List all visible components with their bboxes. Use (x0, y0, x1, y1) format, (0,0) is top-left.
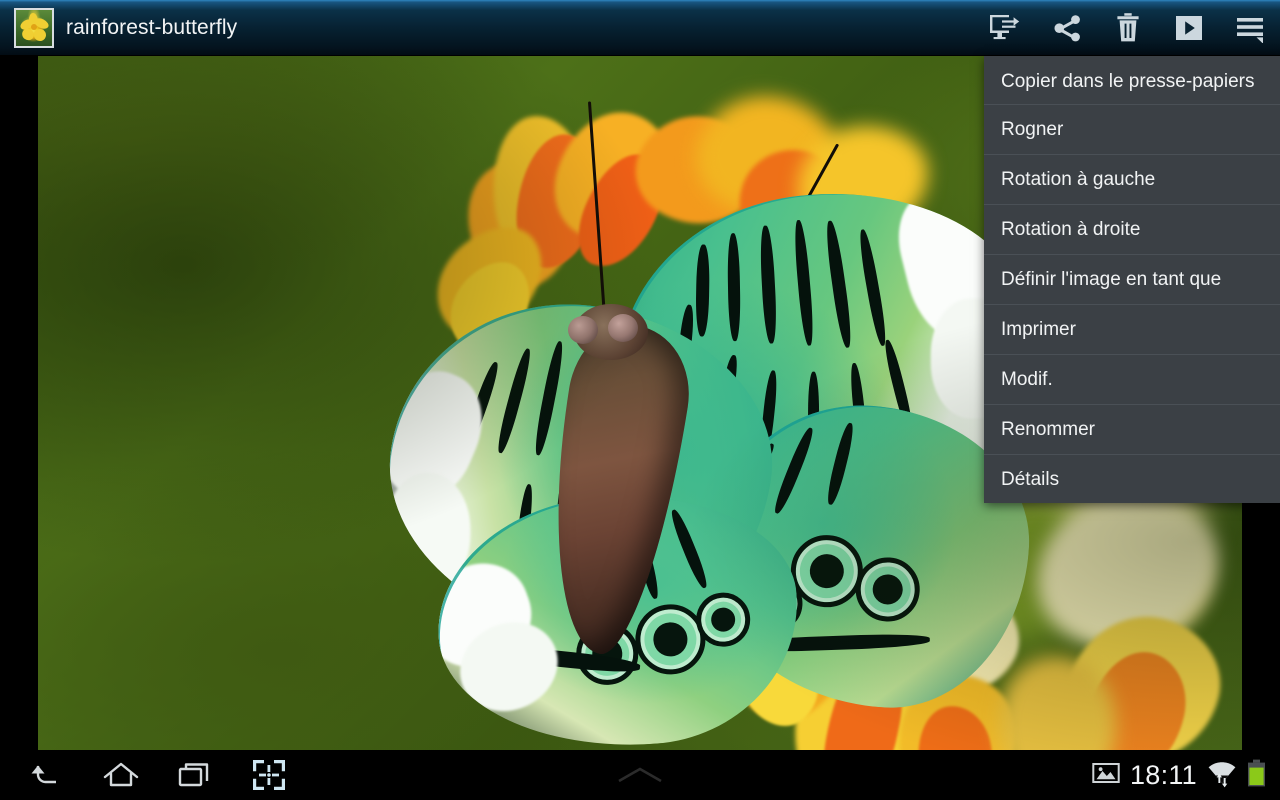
back-button[interactable] (10, 750, 84, 800)
menu-item-rename[interactable]: Renommer (984, 405, 1280, 455)
slideshow-play-icon[interactable] (1158, 0, 1219, 56)
icon-flower-core (31, 24, 37, 30)
action-bar: rainforest-butterfly (0, 0, 1280, 56)
share-icon[interactable] (1036, 0, 1097, 56)
menu-item-crop[interactable]: Rogner (984, 105, 1280, 155)
battery-icon[interactable] (1247, 759, 1266, 792)
menu-item-details[interactable]: Détails (984, 455, 1280, 503)
menu-item-copy-clipboard[interactable]: Copier dans le presse-papiers (984, 56, 1280, 105)
recent-apps-button[interactable] (158, 750, 232, 800)
screen-mirror-icon[interactable] (975, 0, 1036, 56)
status-clock: 18:11 (1129, 760, 1197, 790)
toolbar (975, 0, 1280, 56)
nav-buttons (10, 750, 306, 800)
menu-item-rotate-right[interactable]: Rotation à droite (984, 205, 1280, 255)
status-area: 18:11 (1092, 750, 1266, 800)
wifi-icon[interactable] (1207, 758, 1237, 793)
system-navigation-bar: 18:11 (0, 750, 1280, 800)
menu-item-rotate-left[interactable]: Rotation à gauche (984, 155, 1280, 205)
menu-item-set-image-as[interactable]: Définir l'image en tant que (984, 255, 1280, 305)
overflow-menu-icon[interactable] (1219, 0, 1280, 56)
flower-thumbnail-icon (14, 8, 54, 48)
overflow-dropdown-menu[interactable]: Copier dans le presse-papiers Rogner Rot… (984, 56, 1280, 503)
home-button[interactable] (84, 750, 158, 800)
trash-icon[interactable] (1097, 0, 1158, 56)
menu-item-edit[interactable]: Modif. (984, 355, 1280, 405)
screenshot-button[interactable] (232, 750, 306, 800)
android-gallery-screen: rainforest-butterfly Copier dans le pres… (0, 0, 1280, 800)
image-notification-icon[interactable] (1092, 761, 1120, 790)
menu-item-print[interactable]: Imprimer (984, 305, 1280, 355)
page-title: rainforest-butterfly (66, 16, 238, 39)
